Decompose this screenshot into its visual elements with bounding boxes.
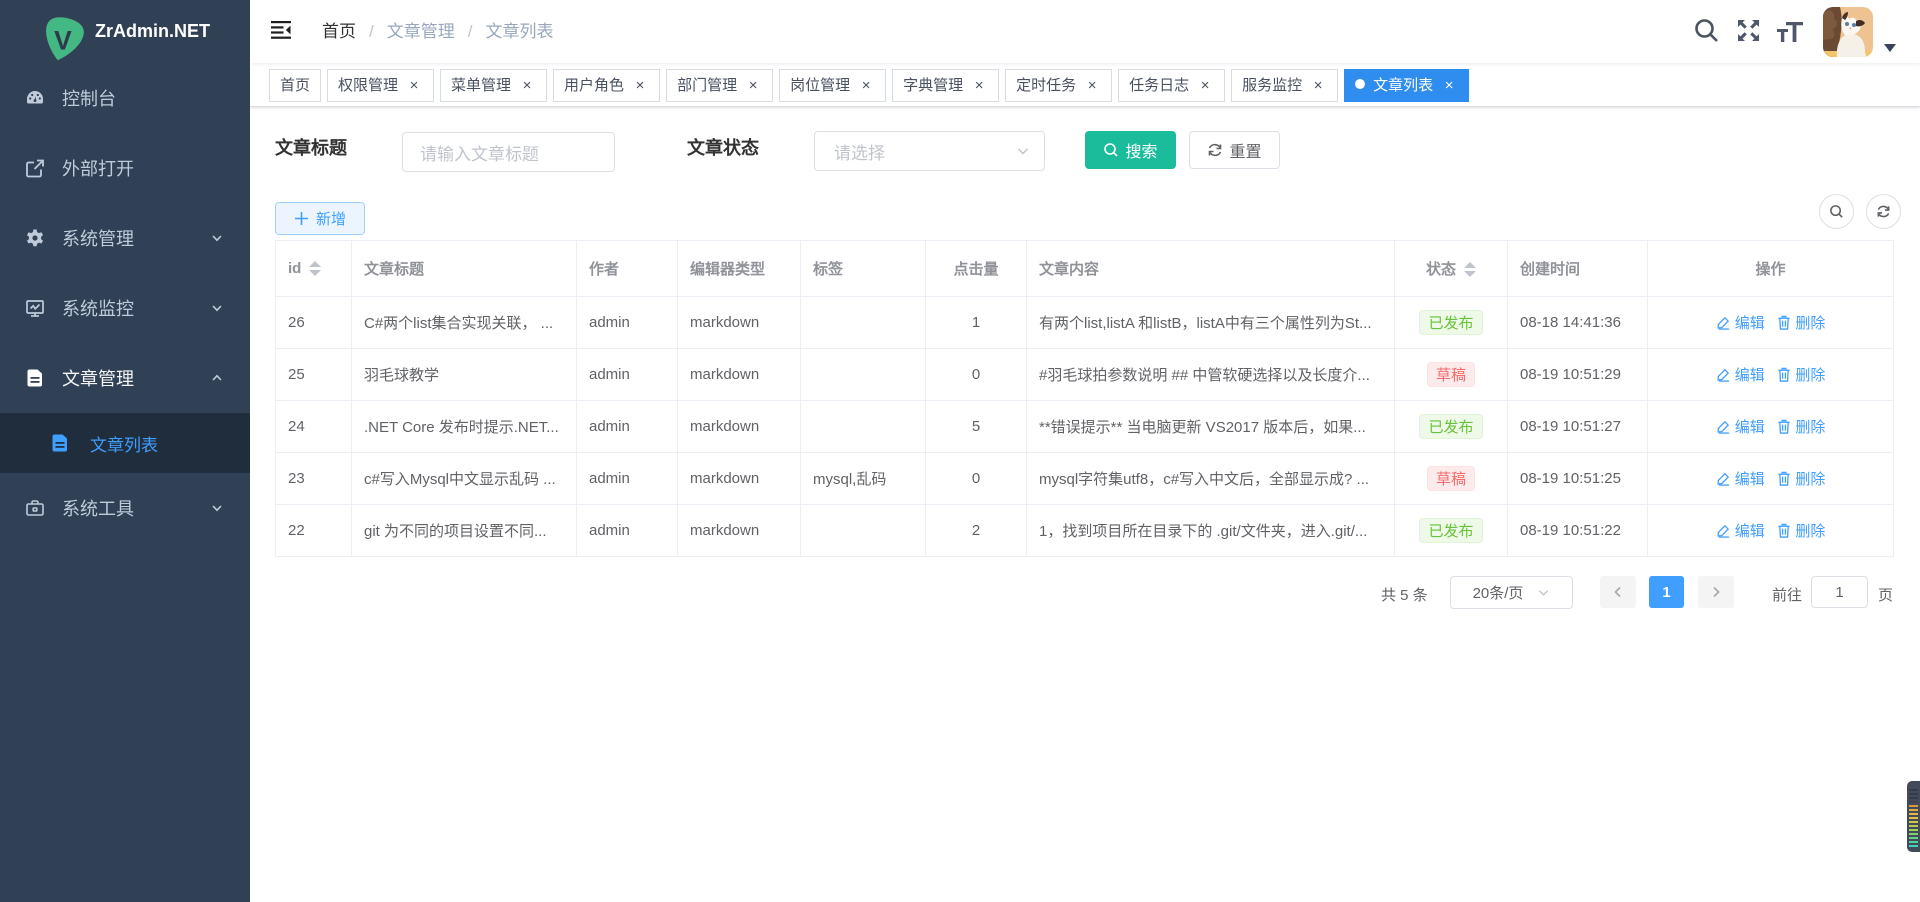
svg-text:V: V: [54, 25, 72, 55]
